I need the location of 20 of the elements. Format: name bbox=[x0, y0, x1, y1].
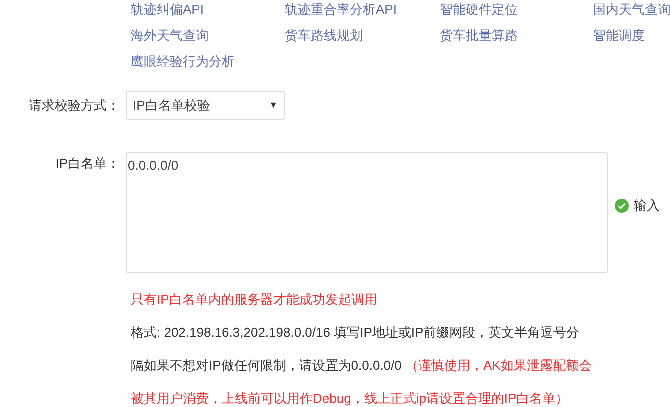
api-link[interactable]: 轨迹纠偏API bbox=[131, 1, 285, 19]
api-link[interactable]: 鹰眼经验行为分析 bbox=[131, 53, 285, 71]
help-text: 隔如果不想对IP做任何限制，请设置为0.0.0.0/0 bbox=[131, 357, 403, 375]
verify-method-select[interactable]: IP白名单校验 ▼ bbox=[126, 91, 285, 120]
api-link[interactable]: 智能调度 bbox=[593, 27, 670, 45]
warning-text: 被其用户消费，上线前可以用作Debug，线上正式ip请设置合理的IP白名单） bbox=[131, 390, 569, 407]
field-label: IP白名单： bbox=[54, 155, 121, 173]
field-label: 请求校验方式： bbox=[28, 96, 121, 115]
notice-text: 只有IP白名单内的服务器才能成功发起调用 bbox=[131, 291, 378, 309]
api-link[interactable]: 国内天气查询 bbox=[593, 1, 670, 19]
status-text: 输入 bbox=[634, 197, 660, 216]
warning-text: （谨慎使用，AK如果泄露配额会 bbox=[406, 357, 592, 375]
api-link[interactable]: 海外天气查询 bbox=[131, 27, 285, 45]
help-text: 格式: 202.198.16.3,202.198.0.0/16 填写IP地址或IP前缀网段，英文半角逗号分 bbox=[131, 324, 580, 342]
api-link[interactable]: 智能硬件定位 bbox=[440, 1, 593, 19]
api-link[interactable]: 货车批量算路 bbox=[440, 27, 593, 45]
check-circle-icon bbox=[615, 199, 629, 213]
ip-whitelist-field[interactable]: 0.0.0.0/0 bbox=[126, 152, 608, 273]
api-link[interactable]: 货车路线规划 bbox=[285, 27, 440, 45]
api-link[interactable]: 轨迹重合率分析API bbox=[285, 1, 440, 19]
